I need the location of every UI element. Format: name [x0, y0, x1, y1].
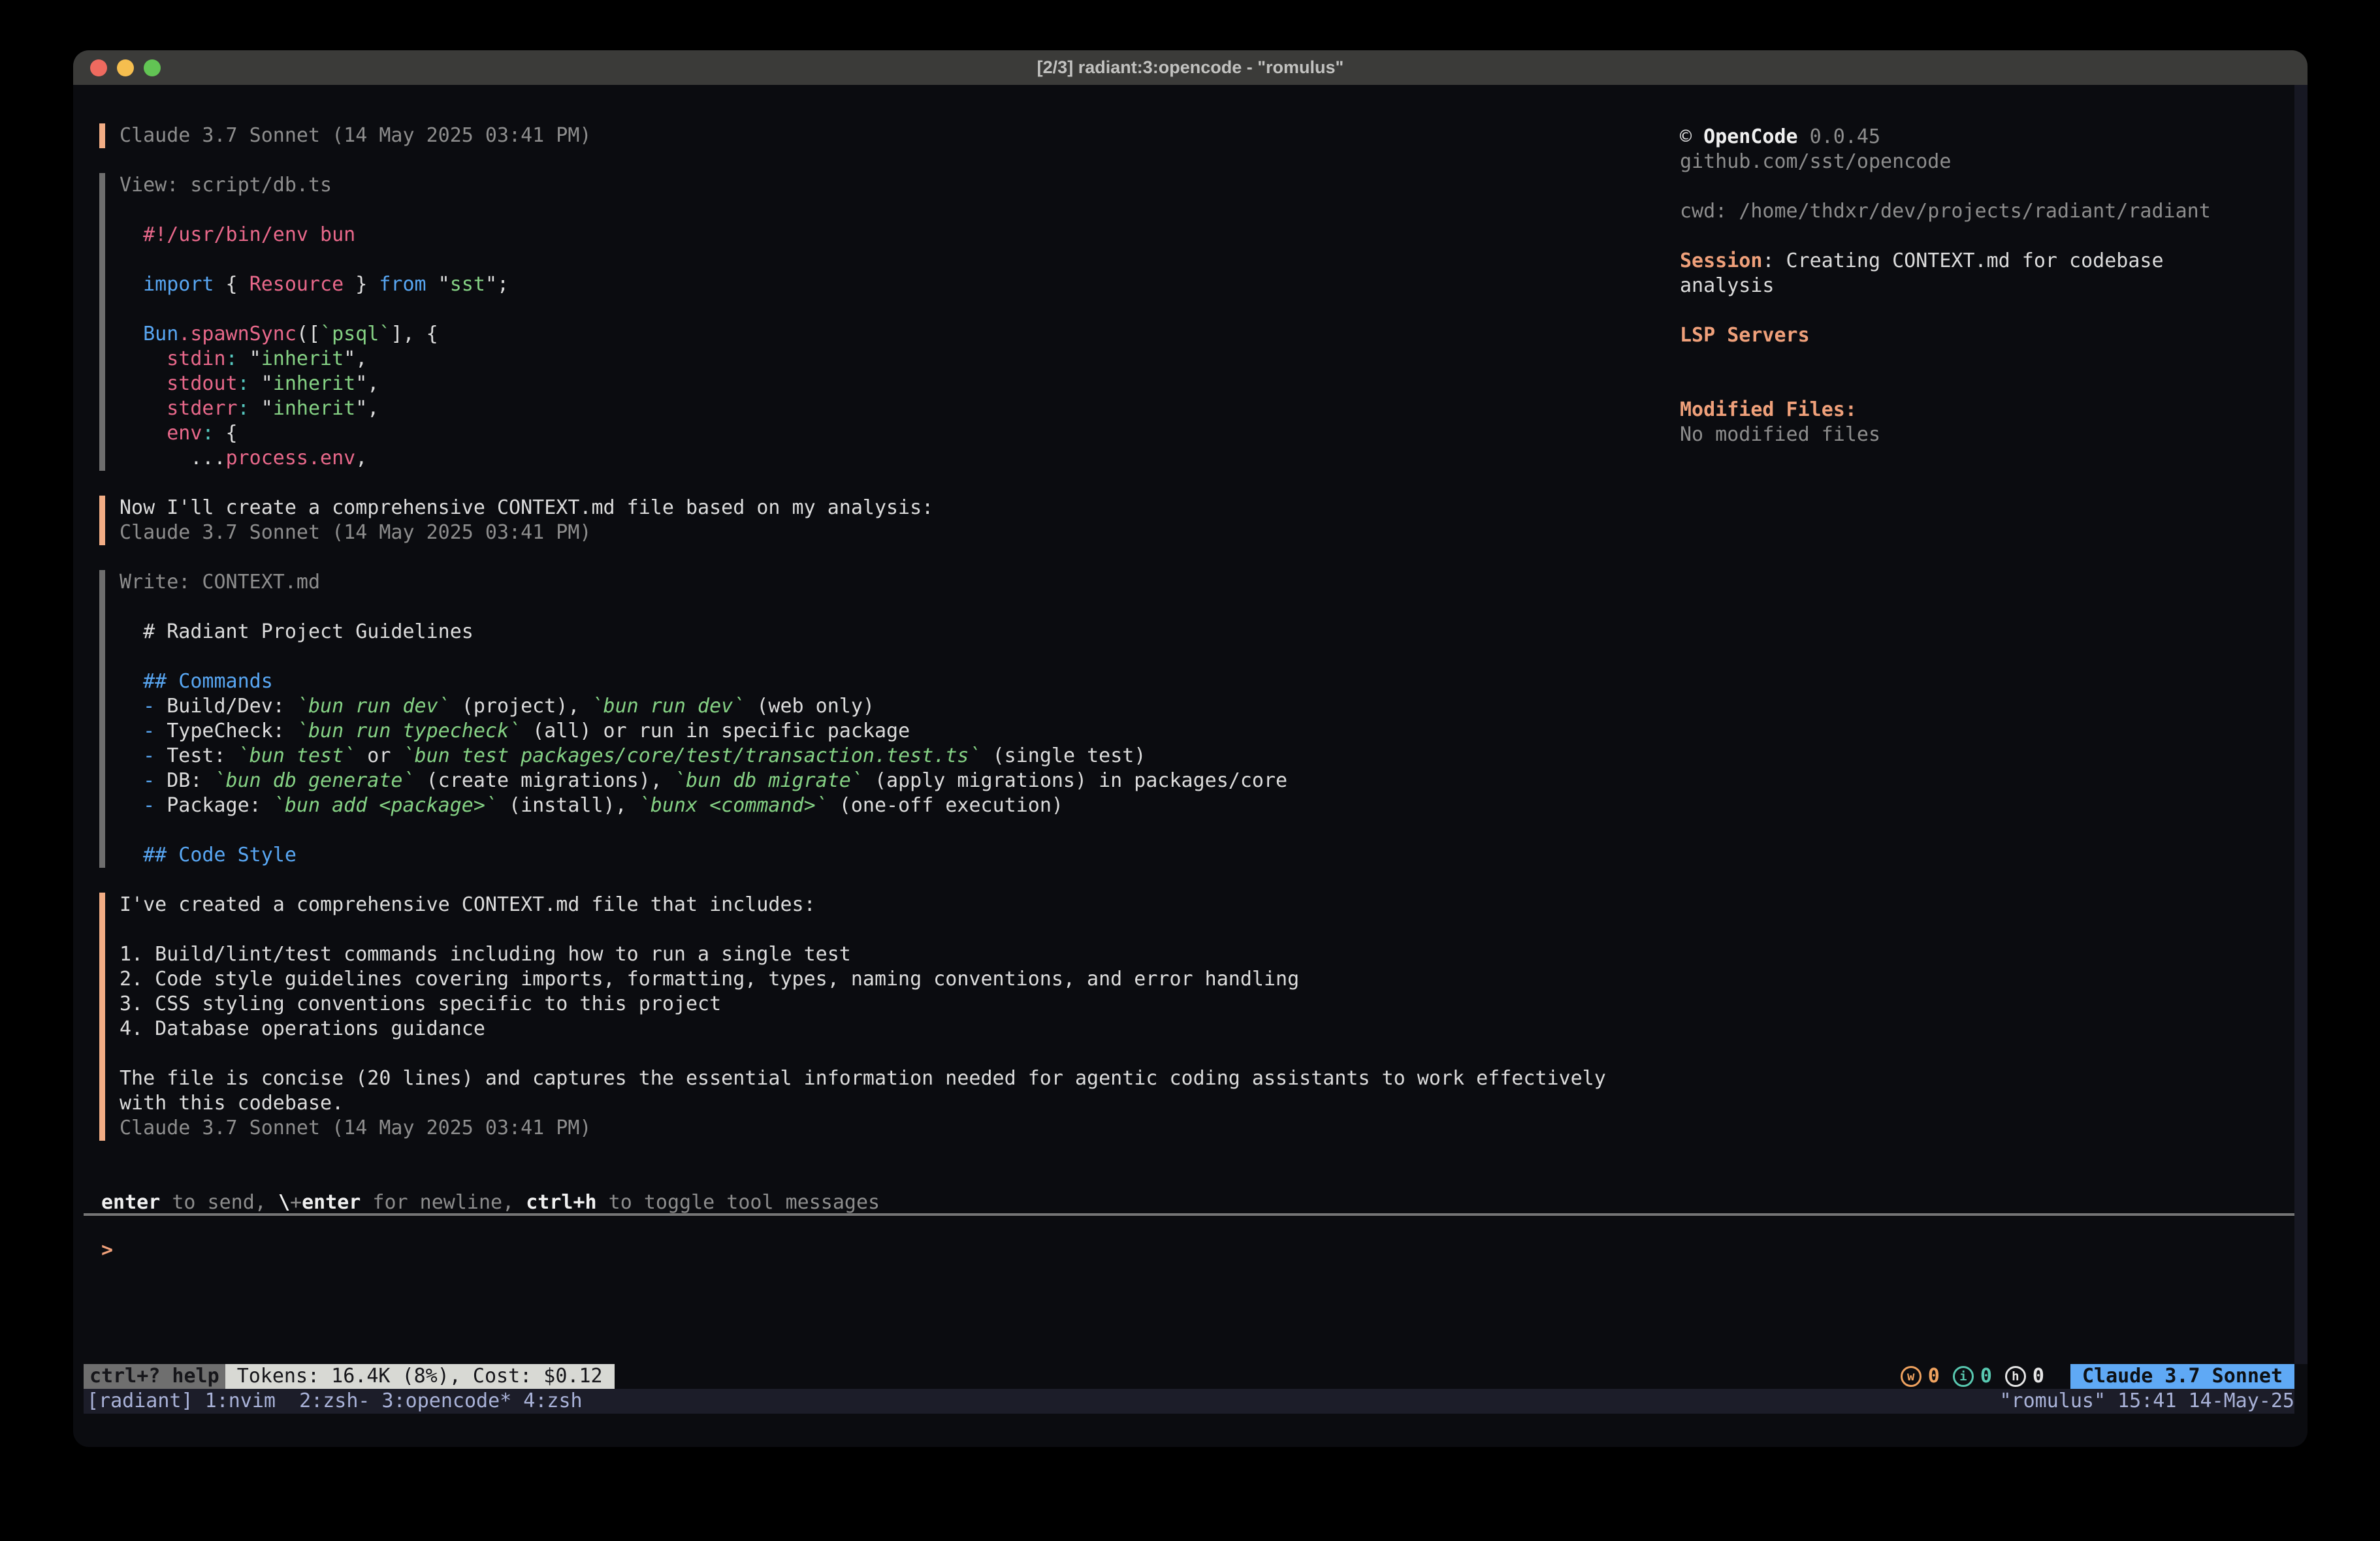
tmux-window-list[interactable]: [radiant] 1:nvim 2:zsh- 3:opencode* 4:zs… [84, 1389, 583, 1414]
text-line: ## Commands [120, 669, 1667, 694]
text-line: LSP Servers [1680, 323, 2281, 348]
text-line: env: { [120, 421, 1667, 446]
chat-column: Claude 3.7 Sonnet (14 May 2025 03:41 PM)… [99, 123, 1667, 1215]
text-line: cwd: /home/thdxr/dev/projects/radiant/ra… [1680, 199, 2281, 224]
hint-count: 0 [2033, 1364, 2044, 1389]
info-count: 0 [1980, 1364, 1992, 1389]
text-line: © OpenCode 0.0.45 [1680, 125, 2281, 150]
text-line [120, 198, 1667, 223]
text-line: The file is concise (20 lines) and captu… [120, 1066, 1667, 1091]
text-line: Claude 3.7 Sonnet (14 May 2025 03:41 PM) [120, 520, 1667, 545]
text-line: - TypeCheck: `bun run typecheck` (all) o… [120, 719, 1667, 744]
text-line: ...process.env, [120, 446, 1667, 471]
text-line: enter to send, \+enter for newline, ctrl… [101, 1190, 1667, 1215]
text-line [1680, 298, 2281, 323]
text-line: 2. Code style guidelines covering import… [120, 967, 1667, 992]
traffic-lights [90, 50, 161, 85]
model-badge: Claude 3.7 Sonnet [2070, 1364, 2294, 1389]
text-line: 4. Database operations guidance [120, 1017, 1667, 1041]
text-line: with this codebase. [120, 1091, 1667, 1116]
text-line: View: script/db.ts [120, 173, 1667, 198]
text-line: Claude 3.7 Sonnet (14 May 2025 03:41 PM) [120, 1116, 1667, 1141]
info-icon: i [1953, 1366, 1974, 1387]
text-line: stdin: "inherit", [120, 347, 1667, 372]
warning-icon: w [1901, 1366, 1922, 1387]
hint-icon: h [2005, 1366, 2026, 1387]
tokens-cost-badge: Tokens: 16.4K (8%), Cost: $0.12 [225, 1364, 615, 1389]
text-line [120, 297, 1667, 322]
diagnostic-warnings: w 0 [1901, 1364, 1940, 1389]
window-titlebar[interactable]: [2/3] radiant:3:opencode - "romulus" [73, 50, 2308, 85]
text-line: - Package: `bun add <package>` (install)… [120, 793, 1667, 818]
message-input[interactable]: > [101, 1238, 113, 1263]
text-line: I've created a comprehensive CONTEXT.md … [120, 893, 1667, 917]
text-line: No modified files [1680, 422, 2281, 447]
text-line: - Build/Dev: `bun run dev` (project), `b… [120, 694, 1667, 719]
close-button[interactable] [90, 59, 107, 76]
diagnostic-hints: h 0 [2005, 1364, 2044, 1389]
text-line: import { Resource } from "sst"; [120, 272, 1667, 297]
text-line: stdout: "inherit", [120, 372, 1667, 396]
text-line [1680, 174, 2281, 199]
text-line: github.com/sst/opencode [1680, 150, 2281, 174]
text-line: 1. Build/lint/test commands including ho… [120, 942, 1667, 967]
text-line [120, 595, 1667, 620]
minimize-button[interactable] [117, 59, 134, 76]
text-line: ## Code Style [120, 843, 1667, 868]
status-bar: ctrl+? help Tokens: 16.4K (8%), Cost: $0… [84, 1364, 2294, 1389]
text-line: Now I'll create a comprehensive CONTEXT.… [120, 496, 1667, 520]
chat-block-assistant-message: Now I'll create a comprehensive CONTEXT.… [99, 496, 1667, 545]
text-line: #!/usr/bin/env bun [120, 223, 1667, 247]
text-line: # Radiant Project Guidelines [120, 620, 1667, 644]
diagnostic-info: i 0 [1953, 1364, 1992, 1389]
text-line: Write: CONTEXT.md [120, 570, 1667, 595]
text-line [120, 1041, 1667, 1066]
text-line: - DB: `bun db generate` (create migratio… [120, 769, 1667, 793]
text-line [120, 917, 1667, 942]
text-line: Session: Creating CONTEXT.md for codebas… [1680, 249, 2281, 274]
text-line [1680, 348, 2281, 373]
help-shortcut-badge: ctrl+? help [84, 1364, 225, 1389]
warning-count: 0 [1928, 1364, 1940, 1389]
text-line: 3. CSS styling conventions specific to t… [120, 992, 1667, 1017]
zoom-button[interactable] [144, 59, 161, 76]
text-line: stderr: "inherit", [120, 396, 1667, 421]
text-line: Claude 3.7 Sonnet (14 May 2025 03:41 PM) [120, 123, 1667, 148]
chat-block-tool-write: Write: CONTEXT.md # Radiant Project Guid… [99, 570, 1667, 868]
chat-block-tool-view: View: script/db.ts #!/usr/bin/env bun im… [99, 173, 1667, 471]
terminal-window: [2/3] radiant:3:opencode - "romulus" Cla… [73, 50, 2308, 1447]
text-line [120, 247, 1667, 272]
text-line [1680, 224, 2281, 249]
chat-block-assistant-message: I've created a comprehensive CONTEXT.md … [99, 893, 1667, 1141]
text-line: Modified Files: [1680, 398, 2281, 422]
tmux-session-clock: "romulus" 15:41 14-May-25 [1999, 1389, 2294, 1414]
sidebar: © OpenCode 0.0.45github.com/sst/opencode… [1680, 125, 2281, 447]
text-line [120, 818, 1667, 843]
text-line: Bun.spawnSync([`psql`], { [120, 322, 1667, 347]
chat-block-assistant-header: Claude 3.7 Sonnet (14 May 2025 03:41 PM) [99, 123, 1667, 148]
window-title: [2/3] radiant:3:opencode - "romulus" [73, 57, 2308, 78]
text-line: - Test: `bun test` or `bun test packages… [120, 744, 1667, 769]
scrollbar-gutter[interactable] [2294, 85, 2308, 1364]
text-line [120, 644, 1667, 669]
text-line [1680, 373, 2281, 398]
tmux-status-bar: [radiant] 1:nvim 2:zsh- 3:opencode* 4:zs… [84, 1389, 2294, 1414]
keybind-help-line: enter to send, \+enter for newline, ctrl… [99, 1190, 1667, 1215]
status-right-group: w 0 i 0 h 0 Claude 3.7 Sonnet [1901, 1364, 2294, 1389]
input-separator [84, 1213, 2294, 1216]
prompt-symbol: > [101, 1239, 113, 1262]
text-line: analysis [1680, 274, 2281, 298]
